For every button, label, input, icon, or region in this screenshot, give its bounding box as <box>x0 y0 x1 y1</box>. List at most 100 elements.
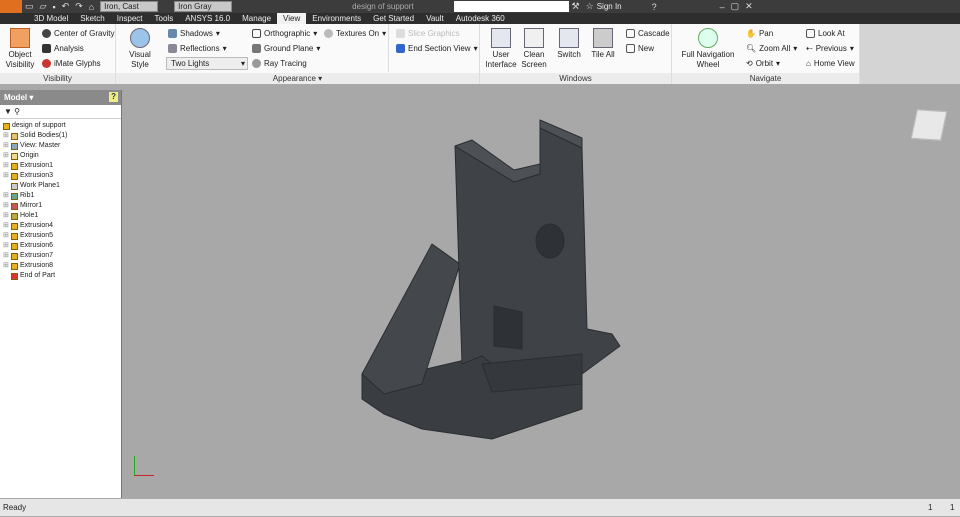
minimize-icon[interactable]: – <box>720 2 725 12</box>
shadows-button[interactable]: Shadows ▾ <box>168 29 220 38</box>
center-of-gravity-button[interactable]: Center of Gravity <box>42 29 114 38</box>
filter-icon[interactable]: ▼ <box>4 107 12 116</box>
expand-icon[interactable]: ⊞ <box>3 151 9 161</box>
sign-in-button[interactable]: Sign In <box>597 2 622 11</box>
expand-icon[interactable]: ⊞ <box>3 221 9 231</box>
tab-autodesk-360[interactable]: Autodesk 360 <box>450 13 511 24</box>
browser-tree: design of support ⊞ Solid Bodies(1) ⊞ View:… <box>0 119 121 283</box>
tree-node[interactable]: ⊞ Rib1 <box>3 191 118 201</box>
find-icon[interactable]: ⚲ <box>14 107 20 116</box>
expand-icon[interactable]: ⊞ <box>3 131 9 141</box>
tab-ansys[interactable]: ANSYS 16.0 <box>179 13 236 24</box>
look-at-button[interactable]: Look At <box>806 29 845 38</box>
orbit-button[interactable]: ⟲ Orbit ▾ <box>746 59 780 68</box>
expand-icon[interactable]: ⊞ <box>3 141 9 151</box>
material-select[interactable]: Iron, Cast <box>100 1 159 12</box>
feature-icon <box>11 252 18 260</box>
expand-icon[interactable]: ⊞ <box>3 161 9 171</box>
home-view-button[interactable]: ⌂ Home View <box>806 59 855 68</box>
expand-icon[interactable]: ⊞ <box>3 191 9 201</box>
help-icon[interactable]: ? <box>652 2 657 12</box>
ray-tracing-button[interactable]: Ray Tracing <box>252 59 307 68</box>
previous-view-button[interactable]: ⇠ Previous ▾ <box>806 44 854 53</box>
status-count-2: 1 <box>950 503 955 512</box>
expand-icon[interactable]: ⊞ <box>3 231 9 241</box>
tree-node[interactable]: Work Plane1 <box>3 181 118 191</box>
help-icon[interactable]: ? <box>109 92 118 102</box>
visual-style-button[interactable]: Visual Style <box>120 28 160 70</box>
tab-view[interactable]: View <box>277 13 307 24</box>
cascade-button[interactable]: Cascade <box>626 29 670 38</box>
tab-vault[interactable]: Vault <box>420 13 450 24</box>
appearance-select[interactable]: Iron Gray <box>174 1 233 12</box>
tab-inspect[interactable]: Inspect <box>111 13 149 24</box>
tree-node[interactable]: ⊞ Hole1 <box>3 211 118 221</box>
tab-tools[interactable]: Tools <box>149 13 180 24</box>
tree-node[interactable]: ⊞ View: Master <box>3 141 118 151</box>
analysis-button[interactable]: Analysis <box>42 44 84 53</box>
tab-3d-model[interactable]: 3D Model <box>28 13 74 24</box>
textures-icon <box>324 29 333 38</box>
wrench-icon[interactable]: ⚒ <box>572 1 580 12</box>
redo-icon[interactable]: ↷ <box>75 1 83 12</box>
expand-icon[interactable]: ⊞ <box>3 241 9 251</box>
undo-icon[interactable]: ↶ <box>62 1 70 12</box>
search-input[interactable] <box>453 1 569 12</box>
switch-button[interactable]: Switch <box>554 28 584 60</box>
tab-environments[interactable]: Environments <box>306 13 367 24</box>
open-icon[interactable]: ▱ <box>40 1 47 12</box>
browser-header[interactable]: Model ▾? <box>0 90 121 105</box>
tile-all-button[interactable]: Tile All <box>588 28 618 60</box>
model-hole <box>535 223 565 259</box>
user-interface-button[interactable]: User Interface <box>484 28 518 70</box>
tree-node[interactable]: ⊞ Extrusion4 <box>3 221 118 231</box>
object-visibility-button[interactable]: Object Visibility <box>4 28 36 70</box>
tab-sketch[interactable]: Sketch <box>74 13 110 24</box>
app-logo[interactable] <box>0 0 22 13</box>
new-window-button[interactable]: New <box>626 44 654 53</box>
expand-icon[interactable]: ⊞ <box>3 171 9 181</box>
tab-get-started[interactable]: Get Started <box>367 13 420 24</box>
tree-node[interactable]: ⊞ Origin <box>3 151 118 161</box>
maximize-icon[interactable]: ▢ <box>731 1 740 12</box>
textures-button[interactable]: Textures On ▾ <box>324 29 386 38</box>
zoom-all-button[interactable]: 🔍︎ Zoom All ▾ <box>746 44 797 53</box>
pan-button[interactable]: ✋ Pan <box>746 29 773 38</box>
expand-icon[interactable]: ⊞ <box>3 251 9 261</box>
windows-group: User Interface Clean Screen Switch Tile … <box>480 24 672 84</box>
imate-glyphs-button[interactable]: iMate Glyphs <box>42 59 101 68</box>
view-cube[interactable] <box>910 109 948 141</box>
tab-manage[interactable]: Manage <box>236 13 277 24</box>
new-icon[interactable]: ▭ <box>25 1 34 12</box>
orthographic-button[interactable]: Orthographic ▾ <box>252 29 317 38</box>
navigation-wheel-icon <box>698 28 718 48</box>
expand-icon[interactable]: ⊞ <box>3 211 9 221</box>
clean-screen-button[interactable]: Clean Screen <box>520 28 548 70</box>
status-text: Ready <box>3 503 27 512</box>
close-icon[interactable]: ✕ <box>745 1 753 12</box>
tree-node[interactable]: End of Part <box>3 271 118 281</box>
expand-icon[interactable]: ⊞ <box>3 201 9 211</box>
tree-node[interactable]: ⊞ Extrusion5 <box>3 231 118 241</box>
full-navigation-wheel-button[interactable]: Full Navigation Wheel <box>676 28 740 70</box>
end-section-view-button[interactable]: End Section View ▾ <box>396 44 478 53</box>
slice-graphics-button[interactable]: Slice Graphics <box>396 29 460 38</box>
tree-node[interactable]: ⊞ Extrusion6 <box>3 241 118 251</box>
tree-node[interactable]: ⊞ Extrusion1 <box>3 161 118 171</box>
graphics-viewport[interactable] <box>122 84 960 498</box>
tree-node[interactable]: ⊞ Mirror1 <box>3 201 118 211</box>
save-icon[interactable]: ▪ <box>52 2 55 12</box>
ground-plane-button[interactable]: Ground Plane ▾ <box>252 44 320 53</box>
model-3d-view[interactable] <box>122 84 960 498</box>
expand-icon[interactable]: ⊞ <box>3 261 9 271</box>
tree-node[interactable]: ⊞ Extrusion8 <box>3 261 118 271</box>
tree-root[interactable]: design of support <box>3 121 118 131</box>
home-icon[interactable]: ⌂ <box>89 2 94 12</box>
lighting-select[interactable]: Two Lights ▾ <box>166 57 248 70</box>
tree-node[interactable]: ⊞ Extrusion3 <box>3 171 118 181</box>
star-icon[interactable]: ☆ <box>586 1 594 12</box>
reflections-button[interactable]: Reflections ▾ <box>168 44 227 53</box>
tree-node[interactable]: ⊞ Extrusion7 <box>3 251 118 261</box>
slice-icon <box>396 29 405 38</box>
tree-node[interactable]: ⊞ Solid Bodies(1) <box>3 131 118 141</box>
